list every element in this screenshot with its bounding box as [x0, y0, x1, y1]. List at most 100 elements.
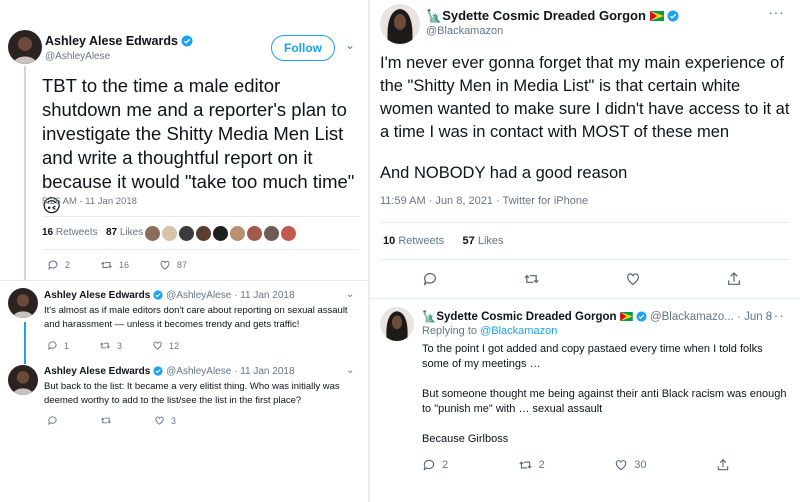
avatar[interactable] — [264, 226, 279, 242]
reply-button[interactable]: 2 — [422, 458, 448, 472]
reply-handle-date[interactable]: @AshleyAlese · 11 Jan 2018 — [166, 290, 294, 301]
chevron-down-icon[interactable]: ⌄ — [346, 365, 355, 376]
author-handle[interactable]: @AshleyAlese — [45, 51, 110, 62]
likes-stat[interactable]: 87 Likes — [106, 227, 143, 238]
retweet-icon — [518, 461, 532, 469]
share-icon — [717, 459, 729, 471]
chevron-down-icon[interactable]: ⌄ — [345, 38, 356, 52]
right-screenshot-panel: 🗽Sydette Cosmic Dreaded Gorgon @Blackama… — [370, 0, 800, 502]
divider — [42, 216, 360, 217]
tweet-text-paragraph: I'm never ever gonna forget that my main… — [380, 54, 790, 141]
reply-icon — [48, 341, 57, 351]
avatar[interactable] — [380, 4, 420, 44]
like-button[interactable]: 12 — [152, 340, 179, 351]
tweet-stats: 10 Retweets 57 Likes — [383, 235, 504, 247]
more-options-icon[interactable]: ··· — [768, 4, 785, 20]
share-icon — [728, 272, 740, 285]
tweet-timestamp[interactable]: 11:59 AM · Jun 8, 2021 · Twitter for iPh… — [380, 195, 588, 207]
replying-to: Replying to @Blackamazon — [422, 325, 558, 337]
reply-button[interactable] — [422, 271, 438, 287]
avatar[interactable] — [8, 30, 42, 64]
more-options-icon[interactable]: ··· — [768, 307, 785, 323]
mention-link[interactable]: @Blackamazon — [480, 325, 557, 337]
statue-emoji-icon: 🗽 — [426, 8, 443, 23]
like-button[interactable]: 3 — [154, 415, 176, 426]
likes-stat[interactable]: 57 Likes — [463, 235, 504, 247]
reply-actions: 2 2 30 — [422, 458, 730, 472]
reply-button[interactable]: 1 — [47, 340, 69, 351]
liker-avatars — [145, 225, 298, 243]
tweet-actions — [422, 271, 742, 287]
tweet-stats: 16 Retweets 87 Likes — [42, 227, 143, 238]
retweet-icon — [524, 274, 539, 284]
reply-handle-date[interactable]: @AshleyAlese · 11 Jan 2018 — [166, 366, 294, 377]
divider — [42, 249, 360, 250]
reply-text: To the point I got added and copy pastae… — [422, 342, 792, 462]
avatar[interactable] — [230, 226, 245, 242]
author-handle[interactable]: @Blackamazon — [426, 25, 503, 37]
thread-connector-line — [24, 66, 26, 280]
verified-badge-icon — [153, 366, 163, 376]
avatar[interactable] — [380, 307, 414, 341]
statue-emoji-icon: 🗽 — [422, 311, 437, 323]
verified-badge-icon — [153, 290, 163, 300]
avatar[interactable] — [8, 288, 38, 318]
like-button[interactable]: 87 — [159, 259, 187, 271]
guyana-flag-icon — [649, 11, 664, 21]
avatar[interactable] — [8, 365, 38, 395]
reply-author[interactable]: Ashley Alese Edwards @AshleyAlese · 11 J… — [44, 366, 295, 377]
heart-icon — [627, 273, 639, 286]
reply-button[interactable]: 2 — [47, 259, 70, 271]
reply-text: But back to the list: It became a very e… — [44, 381, 340, 406]
retweet-button[interactable]: 2 — [518, 458, 545, 472]
retweet-button[interactable] — [100, 415, 118, 426]
reply-paragraph: Because Girlboss — [422, 433, 509, 445]
heart-icon — [616, 460, 627, 471]
reply-icon — [48, 260, 58, 271]
reply-author[interactable]: Ashley Alese Edwards @AshleyAlese · 11 J… — [44, 290, 295, 301]
follow-button[interactable]: Follow — [271, 35, 335, 61]
avatar[interactable] — [145, 226, 160, 242]
verified-badge-icon — [636, 311, 647, 322]
avatar[interactable] — [162, 226, 177, 242]
retweet-button[interactable]: 3 — [99, 340, 122, 351]
thread-connector-line — [24, 322, 26, 364]
heart-icon — [153, 341, 162, 350]
author-name[interactable]: Ashley Alese Edwards — [45, 34, 193, 48]
reply-author[interactable]: 🗽Sydette Cosmic Dreaded Gorgon @Blackama… — [422, 309, 772, 323]
reply-button[interactable] — [47, 415, 64, 426]
chevron-down-icon[interactable]: ⌄ — [346, 289, 355, 300]
share-button[interactable] — [716, 458, 730, 472]
share-button[interactable] — [726, 271, 742, 287]
reply-text: It's almost as if male editors don't car… — [44, 305, 348, 330]
tweet-timestamp[interactable]: 5:26 AM - 11 Jan 2018 — [42, 196, 137, 207]
avatar[interactable] — [247, 226, 262, 242]
divider — [380, 222, 790, 223]
tweet-text: I'm never ever gonna forget that my main… — [380, 52, 790, 185]
avatar[interactable] — [179, 226, 194, 242]
tweet-text-paragraph: And NOBODY had a good reason — [380, 164, 628, 182]
divider — [0, 280, 368, 281]
like-button[interactable]: 30 — [614, 458, 647, 472]
retweet-button[interactable] — [523, 271, 540, 287]
retweet-icon — [101, 261, 112, 269]
reply-actions: 3 — [47, 415, 176, 426]
tweet-actions: 2 16 87 — [47, 259, 187, 271]
author-name[interactable]: 🗽Sydette Cosmic Dreaded Gorgon — [426, 8, 679, 24]
reply-paragraph: To the point I got added and copy pastae… — [422, 343, 763, 370]
avatar[interactable] — [213, 226, 228, 242]
retweet-icon — [100, 342, 110, 349]
retweets-stat[interactable]: 10 Retweets — [383, 235, 444, 247]
avatar[interactable] — [196, 226, 211, 242]
reply-paragraph: But someone thought me being against the… — [422, 388, 787, 415]
reply-icon — [423, 459, 435, 471]
verified-badge-icon — [181, 35, 193, 47]
avatar[interactable] — [281, 226, 296, 242]
retweet-button[interactable]: 16 — [100, 259, 129, 271]
like-button[interactable] — [625, 271, 641, 287]
left-screenshot-panel: Ashley Alese Edwards @AshleyAlese Follow… — [0, 0, 368, 502]
heart-icon — [160, 260, 170, 270]
reply-handle-date[interactable]: @Blackamazo... · Jun 8 — [650, 311, 772, 323]
retweets-stat[interactable]: 16 Retweets — [42, 227, 98, 238]
reply-icon — [423, 273, 436, 286]
